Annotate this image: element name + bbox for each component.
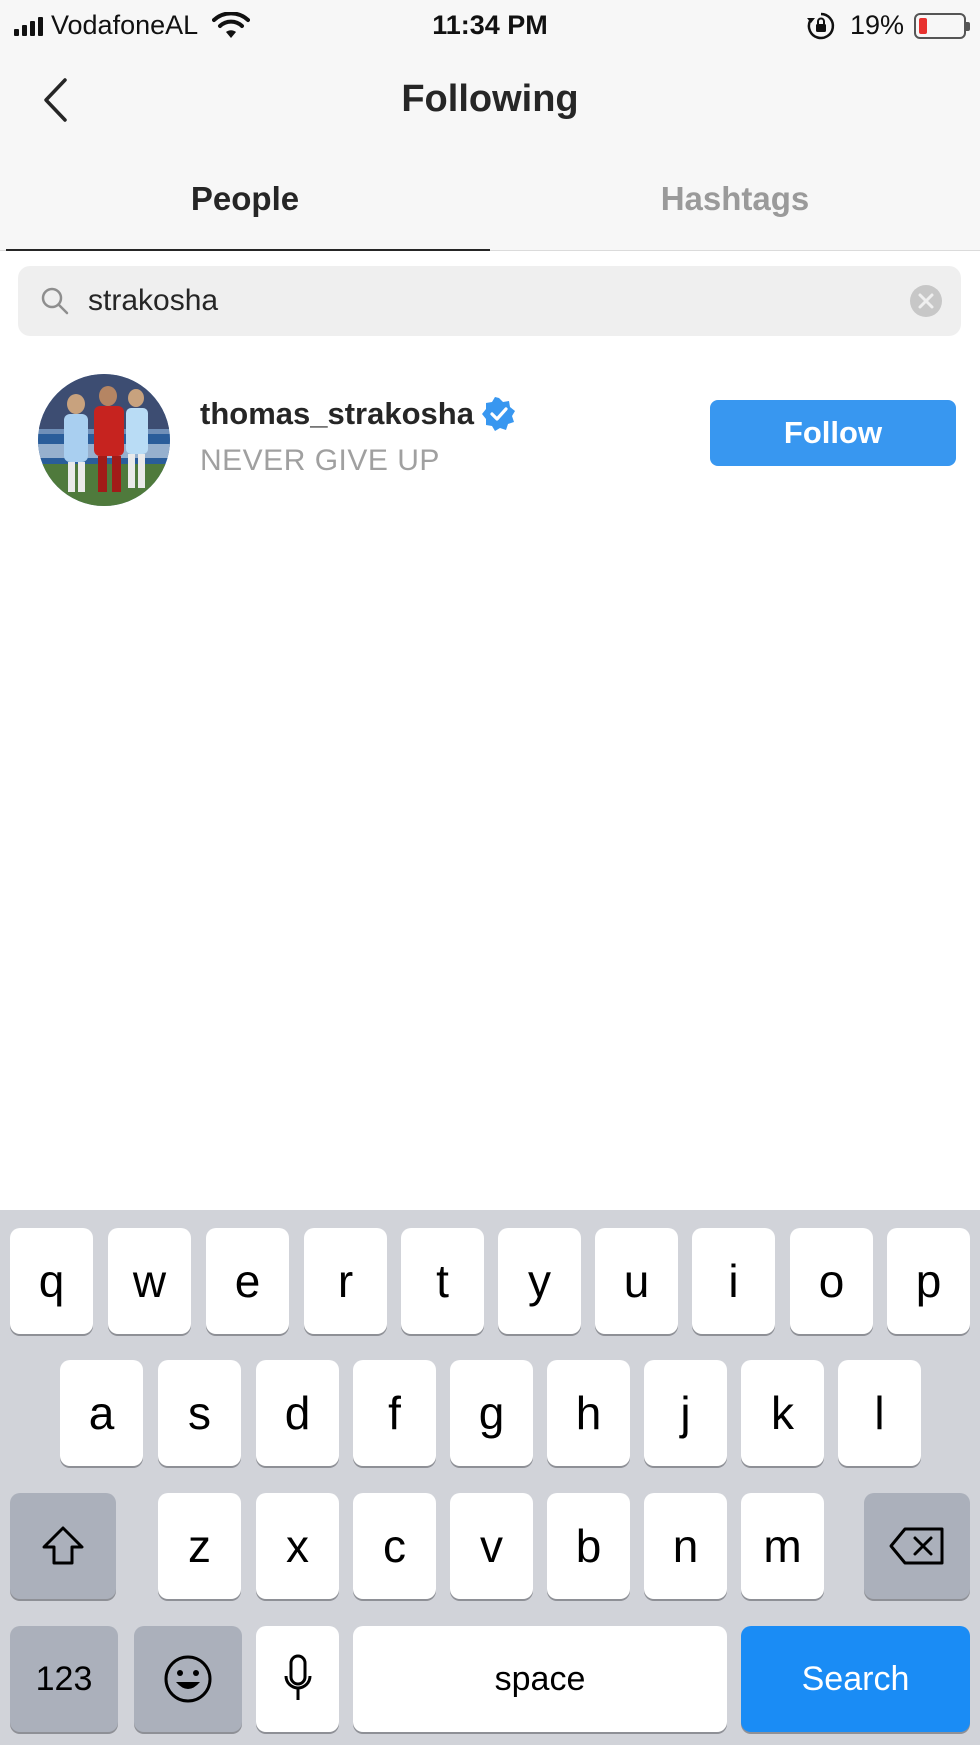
search-bar [18,266,961,336]
backspace-icon [889,1527,944,1565]
key-n[interactable]: n [644,1493,727,1599]
username-line: thomas_strakosha [200,396,516,432]
emoji-icon [164,1655,212,1703]
verified-badge-icon [481,397,515,431]
tab-people[interactable]: People [0,147,490,251]
key-m[interactable]: m [741,1493,824,1599]
keyboard: q w e r t y u i o p a s d f g h j k l z … [0,1210,980,1745]
signal-bars-icon [14,16,43,36]
key-d[interactable]: d [256,1360,339,1466]
key-e[interactable]: e [206,1228,289,1334]
key-g[interactable]: g [450,1360,533,1466]
chevron-left-icon [44,78,67,122]
key-v[interactable]: v [450,1493,533,1599]
shift-key[interactable] [10,1493,116,1599]
emoji-key[interactable] [134,1626,242,1732]
status-right: 19% [806,10,970,41]
dictation-key[interactable] [256,1626,339,1732]
user-bio: NEVER GIVE UP [200,444,440,477]
follow-button[interactable]: Follow [710,400,956,466]
tab-hashtags[interactable]: Hashtags [490,147,980,250]
key-y[interactable]: y [498,1228,581,1334]
key-s[interactable]: s [158,1360,241,1466]
page-title: Following [401,78,579,120]
avatar[interactable] [38,374,170,506]
numbers-key[interactable]: 123 [10,1626,118,1732]
key-c[interactable]: c [353,1493,436,1599]
shift-icon [42,1526,84,1565]
key-z[interactable]: z [158,1493,241,1599]
clear-icon[interactable] [909,284,943,318]
key-l[interactable]: l [838,1360,921,1466]
key-b[interactable]: b [547,1493,630,1599]
key-h[interactable]: h [547,1360,630,1466]
status-bar: VodafoneAL 11:34 PM 19% [0,0,980,52]
key-p[interactable]: p [887,1228,970,1334]
space-key[interactable]: space [353,1626,727,1732]
search-input[interactable] [88,284,909,318]
battery-percent: 19% [849,10,904,40]
key-x[interactable]: x [256,1493,339,1599]
key-r[interactable]: r [304,1228,387,1334]
key-j[interactable]: j [644,1360,727,1466]
microphone-icon [284,1654,311,1700]
wifi-icon [212,11,251,38]
rotation-lock-icon [806,12,835,39]
status-left: VodafoneAL [14,10,251,41]
key-o[interactable]: o [790,1228,873,1334]
key-u[interactable]: u [595,1228,678,1334]
profile-photo [38,374,170,506]
key-t[interactable]: t [401,1228,484,1334]
key-k[interactable]: k [741,1360,824,1466]
search-key[interactable]: Search [741,1626,970,1732]
list-item[interactable]: thomas_strakosha NEVER GIVE UP Follow [0,360,980,520]
back-button[interactable] [30,72,80,128]
key-q[interactable]: q [10,1228,93,1334]
username[interactable]: thomas_strakosha [200,396,474,432]
tab-bar: People Hashtags [0,147,980,251]
search-icon [41,287,69,315]
backspace-key[interactable] [864,1493,970,1599]
key-f[interactable]: f [353,1360,436,1466]
key-w[interactable]: w [108,1228,191,1334]
key-a[interactable]: a [60,1360,143,1466]
key-i[interactable]: i [692,1228,775,1334]
nav-header: Following [0,52,980,147]
carrier-name: VodafoneAL [51,10,199,40]
battery-icon [914,12,970,39]
